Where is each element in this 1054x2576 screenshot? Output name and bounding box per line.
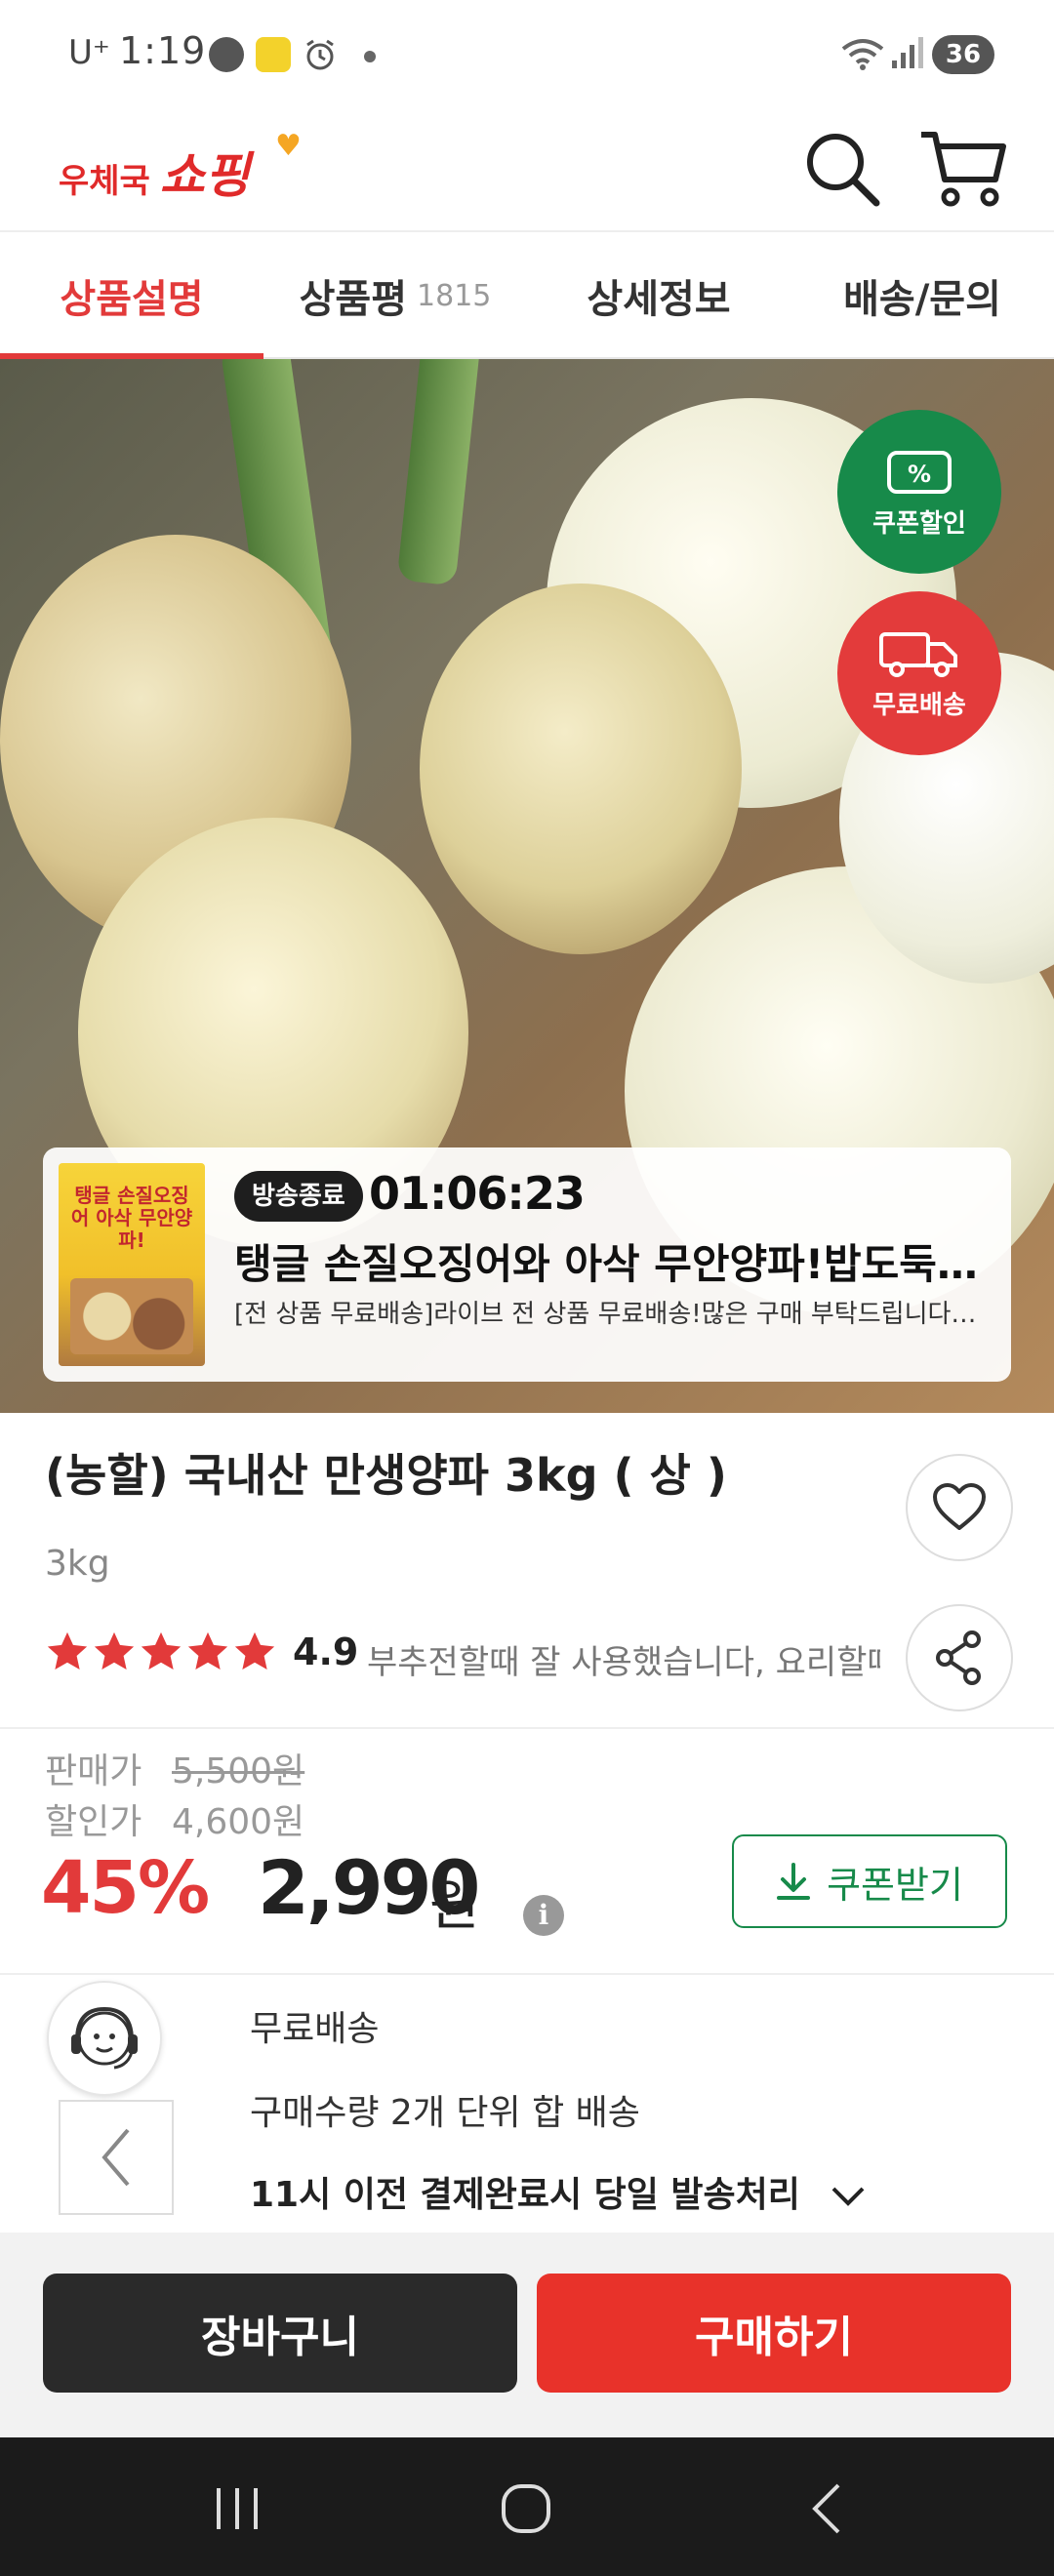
back-icon[interactable]	[792, 2475, 861, 2543]
logo-prefix: 우체국	[59, 162, 150, 201]
status-bar: U⁺ 1:19 36	[0, 0, 1054, 107]
notification-dot	[364, 51, 376, 62]
wifi-icon	[841, 37, 884, 70]
coupon-icon: %	[887, 450, 952, 494]
star-icon	[47, 1631, 88, 1670]
tab-bar: 상품설명 상품평 1815 상세정보 배송/문의	[0, 234, 1054, 359]
clock: 1:19	[119, 29, 207, 72]
tab-label: 상품설명	[60, 277, 204, 322]
discount-percent: 45%	[41, 1846, 210, 1930]
get-coupon-button[interactable]: 쿠폰받기	[732, 1834, 1007, 1928]
same-day-dispatch-toggle[interactable]: 11시 이전 결제완료시 당일 발송처리	[250, 2166, 867, 2217]
coupon-badge-label: 쿠폰할인	[872, 508, 966, 539]
signal-icon	[890, 35, 925, 70]
share-icon	[936, 1630, 981, 1685]
live-thumbnail: 탱글 손질오징어 아삭 무안양파!	[59, 1163, 205, 1366]
app-header: 우체국 쇼핑 ♥	[0, 107, 1054, 232]
customer-service-button[interactable]	[47, 1981, 162, 2096]
final-price-unit: 원	[429, 1874, 480, 1938]
tab-details[interactable]: 상세정보	[527, 234, 790, 357]
onion-stem	[396, 359, 482, 586]
purchase-bar: 장바구니 구매하기	[0, 2233, 1054, 2437]
system-nav-bar	[0, 2437, 1054, 2576]
discount-price-label: 할인가	[45, 1802, 142, 1842]
carrier-label: U⁺	[68, 33, 110, 72]
chevron-down-icon	[832, 2187, 865, 2206]
rating[interactable]: 4.9	[45, 1630, 358, 1674]
coupon-button-label: 쿠폰받기	[827, 1863, 963, 1907]
truck-icon	[879, 631, 957, 677]
delivery-info: 무료배송 구매수량 2개 단위 합 배송 11시 이전 결제완료시 당일 발송처…	[0, 1975, 1054, 2233]
product-name: (농할) 국내산 만생양파 3kg ( 상 )	[45, 1449, 727, 1502]
price-section: 판매가 5,500원 할인가 4,600원 45% 2,990 원 i 쿠폰받기	[0, 1729, 1054, 1973]
bundle-shipping-info: 구매수량 2개 단위 합 배송	[250, 2093, 640, 2133]
onion	[420, 584, 742, 954]
free-shipping-badge[interactable]: 무료배송	[837, 591, 1001, 755]
logo-main: 쇼핑	[159, 147, 250, 204]
star-icon	[187, 1631, 228, 1670]
tab-reviews[interactable]: 상품평 1815	[264, 234, 527, 357]
thumbnail-food-image	[70, 1278, 193, 1354]
discount-price: 4,600원	[172, 1802, 305, 1842]
tab-label: 상품평	[299, 277, 408, 322]
shipping-badge-label: 무료배송	[872, 690, 966, 720]
star-icon	[94, 1631, 135, 1670]
coupon-discount-badge[interactable]: % 쿠폰할인	[837, 410, 1001, 574]
cart-icon[interactable]	[917, 125, 1007, 211]
live-title: 탱글 손질오징어와 아삭 무안양파!밥도둑…	[234, 1240, 978, 1288]
search-icon[interactable]	[800, 127, 882, 209]
tab-shipping-inquiry[interactable]: 배송/문의	[790, 234, 1054, 357]
live-description: [전 상품 무료배송]라이브 전 상품 무료배송!많은 구매 부탁드립니다😊[…	[234, 1300, 995, 1329]
heart-logo-icon: ♥	[275, 129, 302, 163]
tab-description[interactable]: 상품설명	[0, 234, 264, 359]
wishlist-button[interactable]	[906, 1454, 1013, 1561]
star-icon	[141, 1631, 182, 1670]
thumbnail-text: 탱글 손질오징어 아삭 무안양파!	[70, 1184, 193, 1252]
battery-indicator: 36	[932, 35, 994, 74]
review-count: 1815	[417, 278, 492, 313]
chevron-left-icon	[101, 2128, 130, 2187]
share-button[interactable]	[906, 1604, 1013, 1711]
product-info: (농할) 국내산 만생양파 3kg ( 상 ) 3kg 4.9 부추전할때 잘 …	[0, 1413, 1054, 1727]
app-notification-icon	[209, 37, 244, 72]
download-icon	[777, 1863, 811, 1900]
shipping-fee: 무료배송	[250, 2009, 380, 2049]
product-weight: 3kg	[45, 1544, 110, 1584]
logo[interactable]: 우체국 쇼핑 ♥	[59, 129, 302, 207]
alarm-icon	[303, 37, 338, 72]
dispatch-info: 11시 이전 결제완료시 당일 발송처리	[250, 2175, 800, 2215]
heart-icon	[933, 1483, 986, 1530]
tab-label: 상세정보	[587, 277, 731, 322]
sale-price: 5,500원	[172, 1751, 305, 1791]
review-snippet[interactable]: 부추전할때 잘 사용했습니다, 요리할때	[367, 1635, 880, 1683]
live-duration: 01:06:23	[369, 1167, 586, 1220]
tab-label: 배송/문의	[843, 277, 1001, 322]
back-arrow-button[interactable]	[59, 2100, 174, 2215]
home-icon[interactable]	[492, 2475, 560, 2543]
sale-price-label: 판매가	[45, 1751, 142, 1791]
live-broadcast-card[interactable]: 탱글 손질오징어 아삭 무안양파! 방송종료 01:06:23 탱글 손질오징어…	[43, 1147, 1011, 1382]
live-status-badge: 방송종료	[234, 1171, 363, 1222]
chatbot-icon	[71, 2006, 138, 2070]
app-notification-icon	[256, 37, 291, 72]
buy-now-button[interactable]: 구매하기	[537, 2274, 1011, 2393]
svg-text:%: %	[908, 461, 931, 488]
price-info-icon[interactable]: i	[523, 1895, 564, 1936]
recent-apps-icon[interactable]	[203, 2475, 271, 2543]
star-icon	[234, 1631, 275, 1670]
add-to-cart-button[interactable]: 장바구니	[43, 2274, 517, 2393]
product-image[interactable]: % 쿠폰할인 무료배송 탱글 손질오징어 아삭 무안양파! 방송종료 01:06…	[0, 359, 1054, 1413]
rating-value: 4.9	[293, 1630, 359, 1673]
